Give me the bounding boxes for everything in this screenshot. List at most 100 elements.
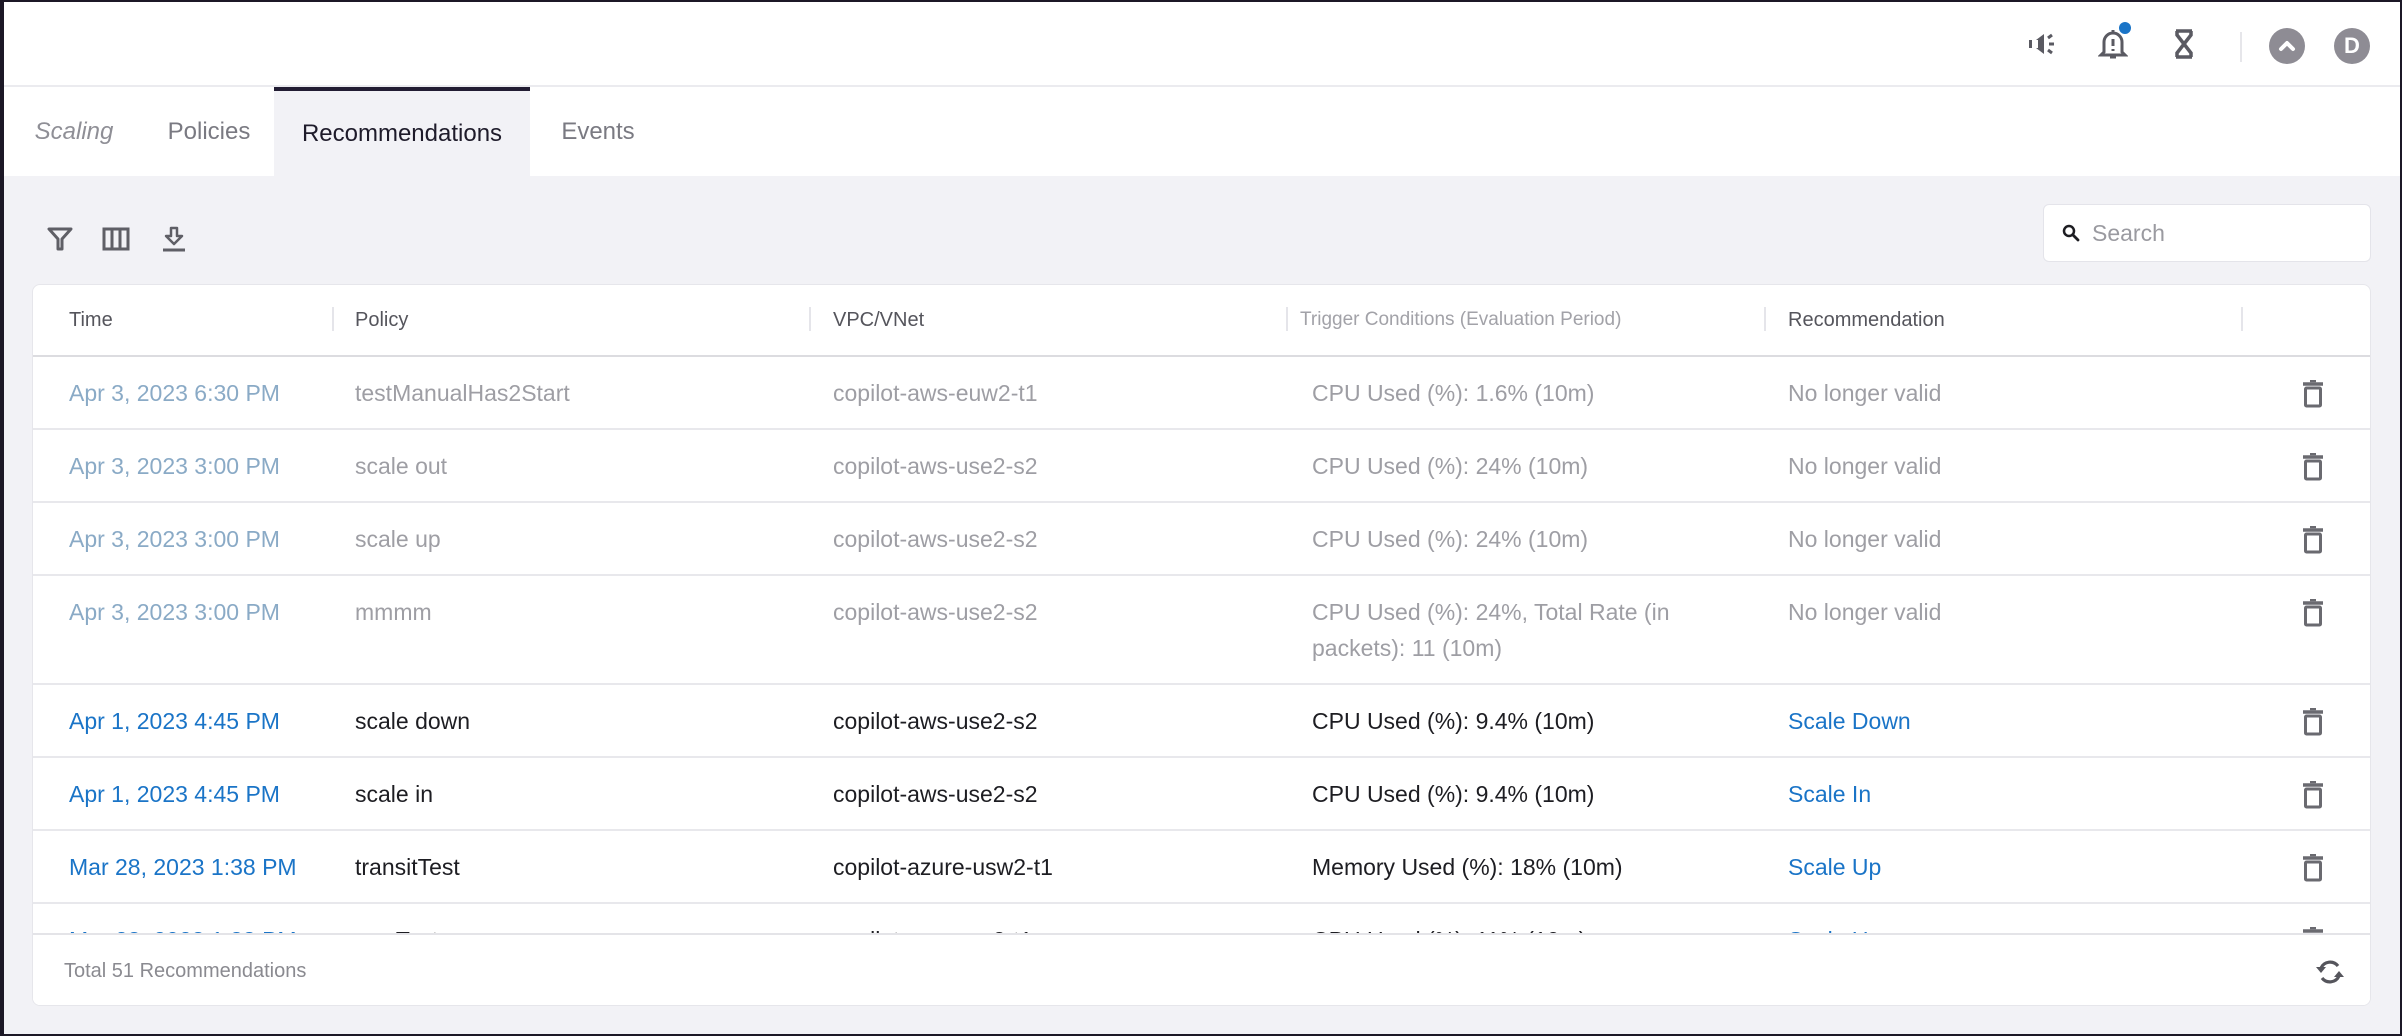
recommendation-cell[interactable]: Scale In — [1788, 758, 2208, 812]
delete-button[interactable] — [2297, 450, 2329, 484]
delete-button[interactable] — [2297, 596, 2329, 630]
vpc-cell: copilot-aws-euw2-t1 — [833, 380, 1038, 406]
recommendation-cell[interactable]: Scale Up — [1788, 831, 2208, 885]
user-avatar[interactable]: D — [2334, 28, 2370, 64]
column-header-trigger[interactable]: Trigger Conditions (Evaluation Period) — [1300, 285, 1621, 355]
table-row[interactable]: Apr 3, 2023 3:00 PM scale up copilot-aws-u… — [33, 503, 2370, 576]
trash-icon — [2303, 708, 2323, 736]
table-row[interactable]: Mar 28, 2023 1:38 PM transitTest copilot-a… — [33, 831, 2370, 904]
delete-button[interactable] — [2297, 377, 2329, 411]
table-row[interactable]: Apr 3, 2023 3:00 PM mmmm copilot-aws-use2-… — [33, 576, 2370, 685]
megaphone-icon[interactable] — [2022, 24, 2062, 64]
time-cell[interactable]: Apr 1, 2023 4:45 PM — [69, 685, 329, 739]
time-cell[interactable]: Apr 3, 2023 3:00 PM — [69, 430, 329, 484]
download-icon — [163, 226, 185, 252]
time-cell[interactable]: Apr 1, 2023 4:45 PM — [69, 758, 329, 812]
notification-dot — [2119, 22, 2131, 34]
policy-cell: transitTest — [355, 854, 460, 880]
recommendation-cell[interactable]: Scale Down — [1788, 685, 2208, 739]
policy-cell: testManualHas2Start — [355, 380, 570, 406]
columns-button[interactable] — [96, 219, 136, 259]
column-resizer[interactable] — [332, 307, 334, 331]
column-resizer[interactable] — [1764, 307, 1766, 331]
refresh-button[interactable] — [2310, 952, 2350, 992]
delete-button[interactable] — [2297, 705, 2329, 739]
delete-button[interactable] — [2297, 523, 2329, 557]
tab-events[interactable]: Events — [530, 87, 666, 176]
policy-cell: awsTest — [355, 904, 795, 933]
tab-policies[interactable]: Policies — [144, 87, 274, 176]
time-cell[interactable]: Mar 28, 2023 1:38 PM — [69, 904, 329, 933]
tab-bar: Scaling Policies Recommendations Events — [4, 87, 2400, 176]
recommendation-cell: No longer valid — [1788, 526, 1942, 552]
tab-label: Policies — [167, 117, 251, 145]
policy-cell: scale down — [355, 708, 471, 734]
bell-alert-icon[interactable] — [2093, 22, 2133, 64]
trash-icon — [2303, 526, 2323, 554]
vpc-cell: copilot-aws-use2-s2 — [833, 599, 1038, 625]
table-row[interactable]: Mar 28, 2023 1:38 PM awsTest copilot-aws-u… — [33, 904, 2370, 933]
column-resizer[interactable] — [1286, 307, 1288, 331]
recommendations-table: Time Policy VPC/VNet Trigger Conditions … — [32, 284, 2371, 1006]
time-cell[interactable]: Apr 3, 2023 6:30 PM — [69, 357, 329, 411]
hourglass-icon[interactable] — [2164, 24, 2204, 64]
column-resizer[interactable] — [809, 307, 811, 331]
filter-icon — [47, 227, 73, 251]
time-cell[interactable]: Mar 28, 2023 1:38 PM — [69, 831, 329, 885]
trigger-cell: CPU Used (%): 9.4% (10m) — [1312, 708, 1595, 734]
trigger-cell: CPU Used (%): 1.6% (10m) — [1312, 380, 1595, 406]
tab-label: Recommendations — [301, 119, 503, 147]
tab-recommendations[interactable]: Recommendations — [274, 87, 530, 176]
header-divider — [2240, 32, 2242, 62]
column-resizer[interactable] — [2241, 307, 2243, 331]
vpc-cell: copilot-aws-use2-s2 — [833, 453, 1038, 479]
vpc-cell: copilot-azure-usw2-t1 — [833, 854, 1053, 880]
delete-button[interactable] — [2297, 924, 2329, 933]
policy-cell: mmmm — [355, 599, 432, 625]
search-box — [2043, 204, 2371, 262]
policy-cell: scale in — [355, 781, 433, 807]
table-footer: Total 51 Recommendations — [33, 933, 2370, 1005]
table-header: Time Policy VPC/VNet Trigger Conditions … — [33, 285, 2370, 357]
vpc-cell: copilot-aws-use2-s2 — [833, 708, 1038, 734]
column-header-policy[interactable]: Policy — [355, 285, 408, 355]
trash-icon — [2303, 854, 2323, 882]
time-cell[interactable]: Apr 3, 2023 3:00 PM — [69, 576, 329, 630]
collapse-button[interactable] — [2269, 28, 2305, 64]
refresh-icon — [2316, 960, 2344, 984]
tab-scaling[interactable]: Scaling — [4, 87, 144, 176]
recommendation-cell: No longer valid — [1788, 599, 1942, 625]
trigger-cell: CPU Used (%): 24% (10m) — [1312, 526, 1589, 552]
column-header-time[interactable]: Time — [69, 285, 113, 355]
trash-icon — [2303, 781, 2323, 809]
recommendation-cell[interactable]: Scale Up — [1788, 904, 2208, 933]
delete-button[interactable] — [2297, 778, 2329, 812]
columns-icon — [102, 227, 130, 251]
tab-label: Scaling — [34, 117, 114, 145]
top-header: D — [4, 2, 2400, 87]
trigger-cell: CPU Used (%): 11% (10m) — [1312, 904, 1732, 933]
search-icon — [2062, 224, 2080, 242]
filter-button[interactable] — [40, 219, 80, 259]
policy-cell: scale out — [355, 453, 448, 479]
trigger-cell: CPU Used (%): 24% (10m) — [1312, 453, 1589, 479]
table-row[interactable]: Apr 3, 2023 3:00 PM scale out copilot-aws-… — [33, 430, 2370, 503]
table-row[interactable]: Apr 1, 2023 4:45 PM scale in copilot-aws-u… — [33, 758, 2370, 831]
column-header-recommendation[interactable]: Recommendation — [1788, 285, 1945, 355]
vpc-cell: copilot-aws-use2-t1 — [833, 904, 1273, 933]
trigger-cell: CPU Used (%): 9.4% (10m) — [1312, 781, 1595, 807]
tab-label: Events — [561, 117, 635, 145]
trash-icon — [2303, 380, 2323, 408]
delete-button[interactable] — [2297, 851, 2329, 885]
table-row[interactable]: Apr 1, 2023 4:45 PM scale down copilot-aws… — [33, 685, 2370, 758]
search-input[interactable] — [2092, 219, 2352, 247]
app-window: D Scaling Policies Recommendations Event… — [4, 2, 2400, 1034]
table-body: Apr 3, 2023 6:30 PM testManualHas2Start co… — [33, 357, 2370, 933]
download-button[interactable] — [154, 219, 194, 259]
table-row[interactable]: Apr 3, 2023 6:30 PM testManualHas2Start co… — [33, 357, 2370, 430]
total-count: Total 51 Recommendations — [64, 959, 307, 982]
time-cell[interactable]: Apr 3, 2023 3:00 PM — [69, 503, 329, 557]
recommendation-cell: No longer valid — [1788, 453, 1942, 479]
trash-icon — [2303, 599, 2323, 627]
column-header-vpc[interactable]: VPC/VNet — [833, 285, 924, 355]
